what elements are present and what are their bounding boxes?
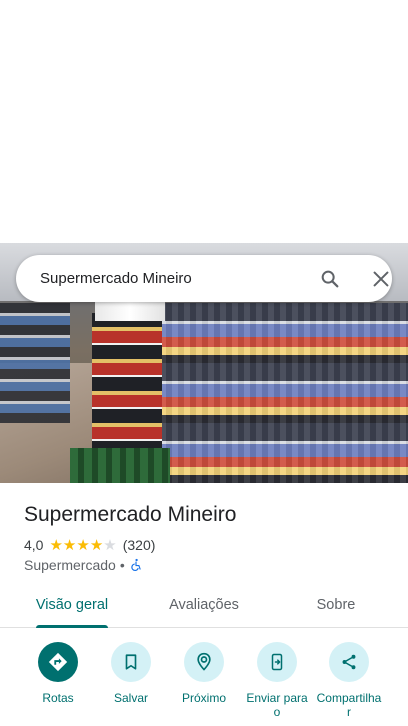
send-to-phone-button[interactable]: Enviar para o	[239, 642, 315, 719]
nearby-label: Próximo	[181, 691, 226, 705]
share-label: Compartilha r	[316, 691, 382, 719]
share-circle[interactable]	[329, 642, 369, 682]
tab-bar: Visão geral Avaliações Sobre	[0, 584, 408, 628]
directions-circle[interactable]	[38, 642, 78, 682]
rating-value: 4,0	[24, 537, 44, 553]
directions-icon	[48, 652, 68, 672]
category-row: Supermercado •	[24, 556, 143, 574]
action-bar: Rotas Salvar Próximo Enviar para o Compa…	[0, 636, 408, 726]
wheelchair-icon[interactable]	[129, 558, 143, 572]
share-button[interactable]: Compartilha r	[311, 642, 387, 719]
send-to-phone-circle[interactable]	[257, 642, 297, 682]
tab-about[interactable]: Sobre	[286, 584, 386, 626]
search-bar[interactable]: Supermercado Mineiro	[16, 255, 392, 302]
tab-reviews[interactable]: Avaliações	[154, 584, 254, 626]
review-count[interactable]: (320)	[123, 537, 156, 553]
star-empty-icon: ★	[103, 536, 117, 554]
save-button[interactable]: Salvar	[93, 642, 169, 705]
directions-button[interactable]: Rotas	[20, 642, 96, 705]
photo-crates	[70, 448, 170, 483]
star-icon: ★	[62, 536, 77, 554]
search-icon[interactable]	[319, 268, 341, 290]
place-title: Supermercado Mineiro	[24, 503, 237, 526]
rating-row[interactable]: 4,0 ★ ★ ★ ★ ★ (320)	[24, 536, 155, 554]
star-icon: ★	[89, 536, 104, 554]
send-to-phone-label: Enviar para o	[246, 691, 308, 719]
star-icon: ★	[76, 536, 90, 554]
photo-shelf-left	[0, 303, 70, 423]
star-rating: ★ ★ ★ ★ ★	[49, 538, 116, 553]
save-circle[interactable]	[111, 642, 151, 682]
active-tab-indicator	[36, 625, 108, 628]
share-icon	[342, 654, 356, 670]
save-label: Salvar	[113, 691, 148, 705]
nearby-button[interactable]: Próximo	[166, 642, 242, 705]
close-icon[interactable]	[370, 268, 392, 290]
separator: •	[119, 557, 125, 573]
directions-label: Rotas	[42, 691, 74, 705]
star-icon: ★	[49, 536, 63, 554]
map-placeholder	[0, 0, 408, 243]
bookmark-icon	[125, 654, 137, 670]
category-label: Supermercado	[24, 557, 116, 573]
nearby-circle[interactable]	[184, 642, 224, 682]
send-to-phone-icon	[271, 653, 283, 671]
photo-sign	[95, 301, 165, 321]
nearby-icon	[197, 652, 211, 671]
photo-shelf-right	[160, 303, 408, 483]
tab-overview[interactable]: Visão geral	[22, 584, 122, 626]
